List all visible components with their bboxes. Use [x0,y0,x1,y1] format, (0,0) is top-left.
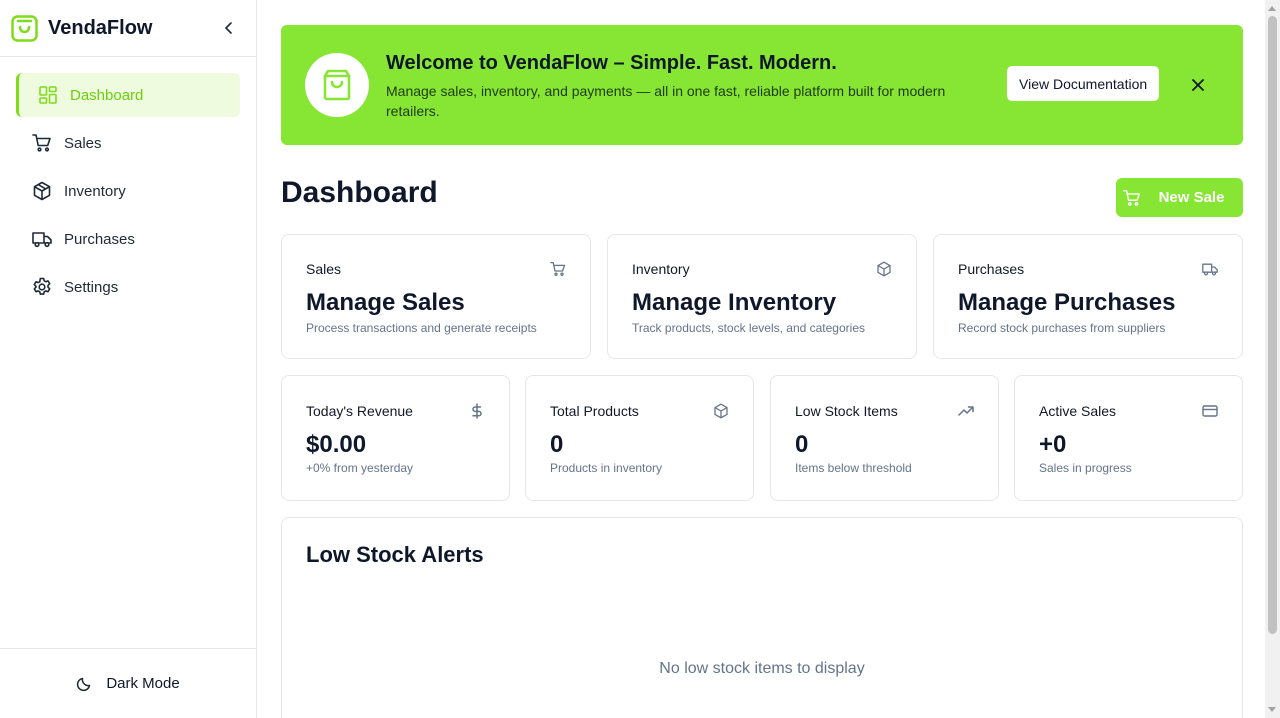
banner-text: Welcome to VendaFlow – Simple. Fast. Mod… [386,52,986,121]
sidebar-item-dashboard[interactable]: Dashboard [16,73,240,117]
shopping-bag-icon [10,14,39,43]
stat-card-products: Total Products 0 Products in inventory [525,375,754,501]
alerts-empty-message: No low stock items to display [659,660,865,677]
welcome-banner: Welcome to VendaFlow – Simple. Fast. Mod… [281,25,1243,145]
stat-label: Active Sales [1039,403,1117,419]
brand-header: VendaFlow [0,0,256,57]
sidebar-item-settings[interactable]: Settings [16,265,240,309]
box-icon [876,261,892,277]
box-icon [713,403,729,419]
card-subtitle: Record stock purchases from suppliers [958,321,1166,335]
close-icon[interactable] [1188,75,1208,95]
card-label: Purchases [958,261,1025,277]
page-title: Dashboard [281,176,438,209]
stat-value: +0 [1039,431,1067,458]
scroll-up-arrow-icon[interactable] [1268,6,1276,11]
card-label: Sales [306,261,342,277]
credit-card-icon [1202,403,1218,419]
layout-grid-icon [38,85,58,105]
sidebar-footer: Dark Mode [0,648,256,718]
page-scrollbar[interactable] [1265,0,1280,718]
sidebar-item-label: Purchases [64,230,135,248]
sidebar-item-inventory[interactable]: Inventory [16,169,240,213]
shopping-bag-icon [305,53,369,117]
stat-value: 0 [550,431,564,458]
sidebar-item-label: Sales [64,134,102,152]
card-title: Manage Sales [306,289,465,316]
card-title: Manage Purchases [958,289,1176,316]
banner-title: Welcome to VendaFlow – Simple. Fast. Mod… [386,52,837,74]
sidebar-item-sales[interactable]: Sales [16,121,240,165]
stat-card-revenue: Today's Revenue $0.00 +0% from yesterday [281,375,510,501]
sidebar-item-purchases[interactable]: Purchases [16,217,240,261]
scroll-down-arrow-icon[interactable] [1268,707,1276,712]
moon-icon [76,676,92,692]
trending-up-icon [958,403,974,419]
scrollbar-thumb[interactable] [1268,16,1277,634]
stat-card-active-sales: Active Sales +0 Sales in progress [1014,375,1243,501]
cart-icon [550,261,566,277]
inventory-card[interactable]: Inventory Manage Inventory Track product… [607,234,917,359]
new-sale-label: New Sale [1158,189,1225,206]
view-documentation-button[interactable]: View Documentation [1007,66,1160,101]
stat-label: Low Stock Items [795,403,898,419]
card-label: Inventory [632,261,690,277]
alerts-title: Low Stock Alerts [306,542,484,567]
stat-card-low-stock: Low Stock Items 0 Items below threshold [770,375,999,501]
cart-icon [1122,189,1141,207]
chevron-left-icon[interactable] [218,17,240,39]
purchases-card[interactable]: Purchases Manage Purchases Record stock … [933,234,1243,359]
stat-label: Today's Revenue [306,403,413,419]
stat-subtitle: Sales in progress [1039,461,1132,475]
dark-mode-label: Dark Mode [106,675,180,692]
truck-icon [32,229,52,249]
dark-mode-toggle[interactable]: Dark Mode [76,675,180,692]
dollar-icon [469,403,485,419]
card-subtitle: Track products, stock levels, and catego… [632,321,865,335]
new-sale-button[interactable]: New Sale [1116,178,1243,217]
sidebar-item-label: Settings [64,278,119,296]
card-subtitle: Process transactions and generate receip… [306,321,537,335]
sidebar-item-label: Inventory [64,182,126,200]
truck-icon [1202,261,1218,277]
sidebar-item-label: Dashboard [70,86,144,104]
card-title: Manage Inventory [632,289,837,316]
sidebar-nav: Dashboard Sales Inventory Purchases Sett… [0,57,256,309]
stat-value: 0 [795,431,809,458]
gear-icon [32,277,52,297]
banner-description: Manage sales, inventory, and payments — … [386,83,946,119]
cart-icon [32,133,52,153]
stat-label: Total Products [550,403,639,419]
stat-subtitle: Items below threshold [795,461,912,475]
box-icon [32,181,52,201]
low-stock-alerts-panel: Low Stock Alerts No low stock items to d… [281,517,1243,718]
stat-subtitle: +0% from yesterday [306,461,414,475]
sidebar: VendaFlow Dashboard Sales Inventory Purc… [0,0,257,718]
stat-value: $0.00 [306,431,367,458]
stat-subtitle: Products in inventory [550,461,663,475]
app-name: VendaFlow [48,16,153,39]
sales-card[interactable]: Sales Manage Sales Process transactions … [281,234,591,359]
